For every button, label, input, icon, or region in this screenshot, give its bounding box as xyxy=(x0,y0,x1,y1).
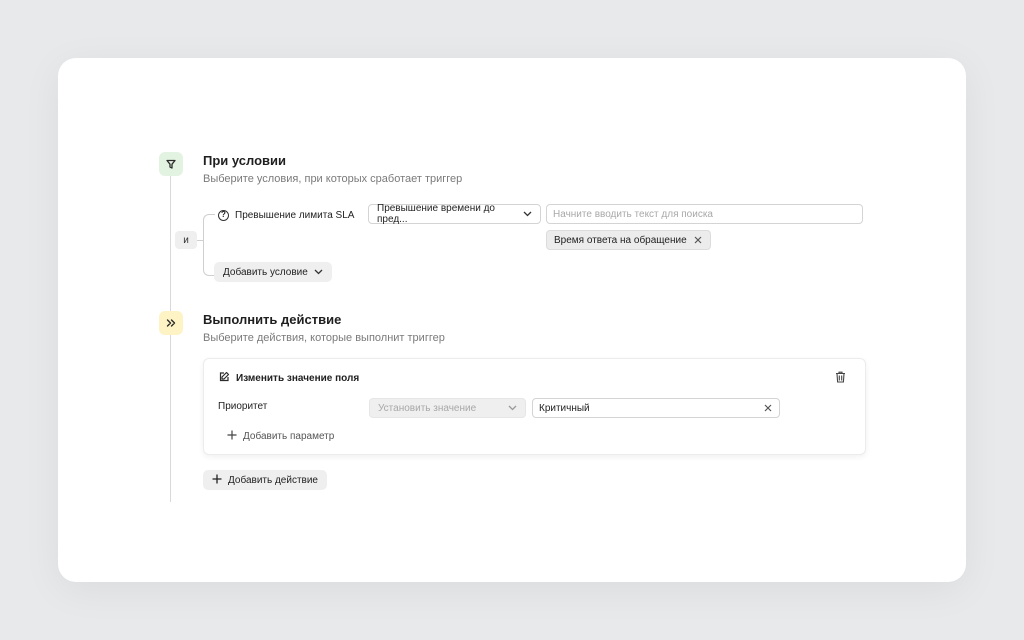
action-card: Изменить значение поля Приоритет Установ… xyxy=(203,358,866,455)
filter-icon xyxy=(159,152,183,176)
trigger-editor-card: При условии Выберите условия, при которы… xyxy=(58,58,966,582)
condition-rule-label: ? Превышение лимита SLA xyxy=(218,208,354,222)
chevron-down-icon xyxy=(507,403,517,413)
value-mode-select[interactable]: Установить значение xyxy=(369,398,526,418)
edit-icon xyxy=(218,371,230,386)
action-card-heading: Изменить значение поля xyxy=(218,371,359,386)
plus-icon xyxy=(212,474,222,487)
priority-value-text: Критичный xyxy=(539,402,590,414)
condition-search-input[interactable]: Начните вводить текст для поиска xyxy=(546,204,863,224)
double-chevron-right-icon xyxy=(159,311,183,335)
priority-field-label: Приоритет xyxy=(218,401,268,412)
priority-value-input[interactable]: Критичный xyxy=(532,398,780,418)
chevron-down-icon xyxy=(522,209,532,219)
condition-title: При условии xyxy=(203,153,287,168)
action-card-title: Изменить значение поля xyxy=(236,373,360,384)
close-icon[interactable] xyxy=(693,235,703,245)
search-placeholder: Начните вводить текст для поиска xyxy=(553,208,713,220)
timeline-line xyxy=(170,176,171,502)
condition-operator-value: Превышение времени до пред... xyxy=(377,203,495,225)
action-subtitle: Выберите действия, которые выполнит триг… xyxy=(203,332,445,344)
action-title: Выполнить действие xyxy=(203,312,342,327)
chevron-down-icon xyxy=(314,267,323,278)
add-action-label: Добавить действие xyxy=(228,474,318,486)
question-circle-icon[interactable]: ? xyxy=(218,209,229,221)
add-condition-button[interactable]: Добавить условие xyxy=(214,262,332,282)
add-condition-label: Добавить условие xyxy=(223,266,308,278)
bracket-connector xyxy=(197,240,203,241)
value-mode-text: Установить значение xyxy=(378,402,477,414)
chip-label: Время ответа на обращение xyxy=(554,234,687,246)
condition-subtitle: Выберите условия, при которых сработает … xyxy=(203,173,463,185)
condition-rule-text: Превышение лимита SLA xyxy=(235,209,355,221)
selected-value-chip: Время ответа на обращение xyxy=(546,230,711,250)
add-parameter-button[interactable]: Добавить параметр xyxy=(227,430,334,443)
condition-operator-select[interactable]: Превышение времени до пред... xyxy=(368,203,541,225)
and-operator-badge[interactable]: и xyxy=(175,231,197,249)
close-icon[interactable] xyxy=(763,403,773,413)
trash-icon[interactable] xyxy=(833,370,847,384)
add-action-button[interactable]: Добавить действие xyxy=(203,470,327,490)
plus-icon xyxy=(227,430,237,443)
add-parameter-label: Добавить параметр xyxy=(243,431,335,442)
